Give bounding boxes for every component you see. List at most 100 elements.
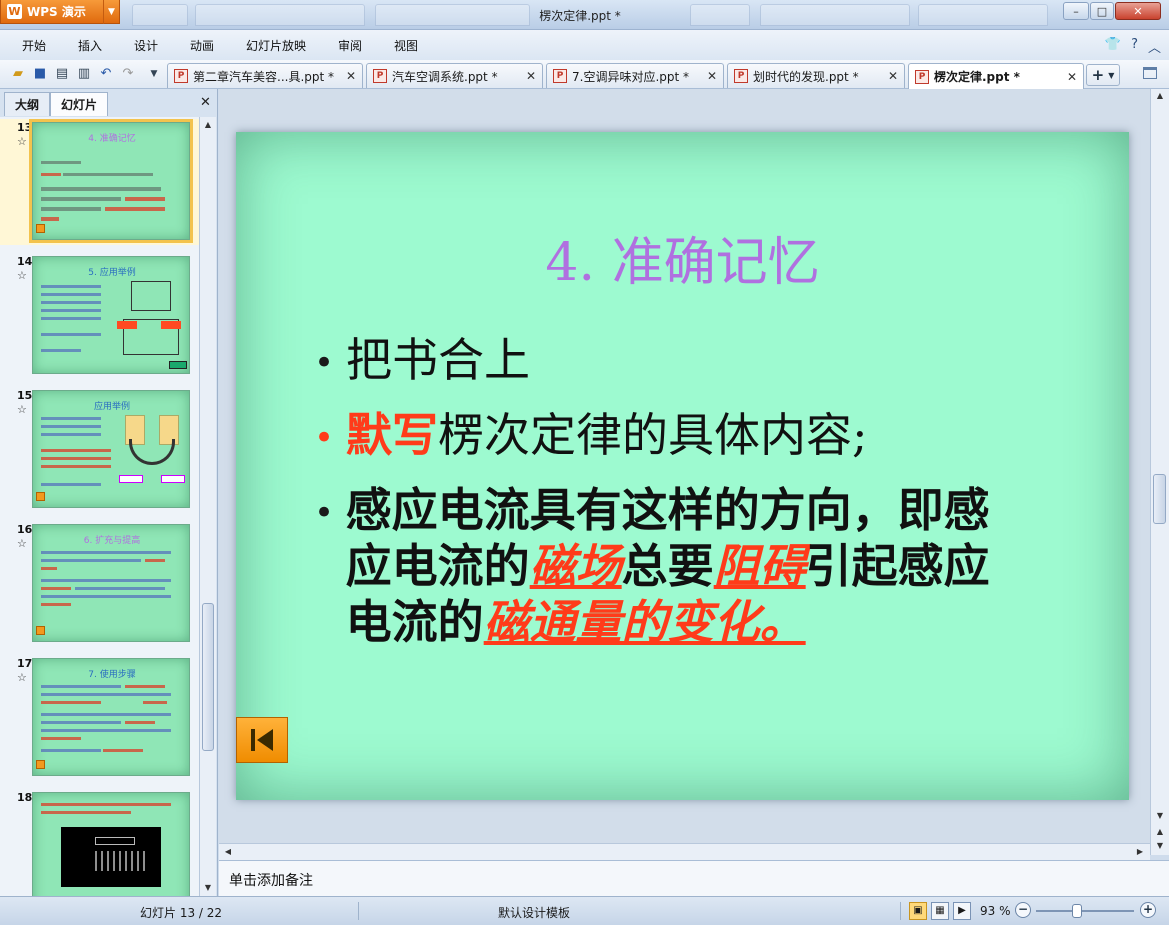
zoom-slider-track[interactable] <box>1036 910 1134 912</box>
thumbnail-preview: 应用举例 <box>32 390 190 508</box>
restore-window-icon[interactable] <box>1143 67 1157 79</box>
doc-tab-2[interactable]: P 7.空调异味对应.ppt * ✕ <box>546 63 724 88</box>
scroll-down-icon[interactable]: ▼ <box>1152 809 1168 823</box>
first-slide-button[interactable] <box>236 717 288 763</box>
thumbnail-nav-icon <box>36 760 45 769</box>
menu-bar: 开始 插入 设计 动画 幻灯片放映 审阅 视图 👕 ? ︿ <box>0 30 1169 60</box>
scroll-thumb[interactable] <box>202 603 214 751</box>
tab-outline[interactable]: 大纲 <box>4 92 51 116</box>
thumbnail-title: 5. 应用举例 <box>88 268 136 278</box>
ppt-file-icon: P <box>553 69 567 83</box>
slide-thumbnail-16[interactable]: 16 ☆ 6. 扩充与提高 <box>0 521 199 647</box>
next-slide-icon[interactable]: ▼ <box>1152 839 1168 853</box>
zoom-out-button[interactable]: − <box>1015 902 1031 918</box>
slide-number: 16 <box>17 523 33 536</box>
thumbnail-preview: 4. 准确记忆 <box>29 119 193 243</box>
zoom-in-button[interactable]: + <box>1140 902 1156 918</box>
chevron-up-icon[interactable]: ︿ <box>1148 37 1161 56</box>
normal-view-icon[interactable]: ▣ <box>909 902 927 920</box>
bullet-3[interactable]: • 感应电流具有这样的方向，即感应电流的磁场总要阻碍引起感应电流的磁通量的变化。 <box>314 482 994 650</box>
new-tab-button[interactable]: + ▼ <box>1086 64 1120 86</box>
scroll-down-icon[interactable]: ▼ <box>200 880 216 896</box>
doc-tab-4-active[interactable]: P 楞次定律.ppt * ✕ <box>908 63 1084 89</box>
previous-slide-icon[interactable]: ▲ <box>1152 825 1168 839</box>
close-panel-icon[interactable]: ✕ <box>200 95 211 110</box>
editor-vertical-scrollbar[interactable]: ▲ ▼ ▲ ▼ <box>1150 89 1169 855</box>
slide-thumbnail-15[interactable]: 15 ☆ 应用举例 <box>0 387 199 513</box>
close-tab-icon[interactable]: ✕ <box>526 69 536 83</box>
scroll-right-icon[interactable]: ▶ <box>1133 845 1147 859</box>
thumbnail-title: 4. 准确记忆 <box>88 134 136 144</box>
doc-tab-3[interactable]: P 划时代的发现.ppt * ✕ <box>727 63 905 88</box>
status-divider <box>900 902 901 920</box>
design-template-name[interactable]: 默认设计模板 <box>498 904 570 921</box>
scroll-up-icon[interactable]: ▲ <box>1152 89 1168 103</box>
editor-horizontal-scrollbar[interactable]: ◀ ▶ <box>219 843 1150 860</box>
slide-thumbnail-17[interactable]: 17 ☆ 7. 使用步骤 <box>0 655 199 781</box>
zoom-slider-thumb[interactable] <box>1072 904 1083 918</box>
close-tab-icon[interactable]: ✕ <box>888 69 898 83</box>
bullet-1[interactable]: • 把书合上 <box>314 332 530 388</box>
thumbnail-scrollbar[interactable]: ▲ ▼ <box>199 117 216 896</box>
slide-thumbnail-18[interactable]: 18 <box>0 789 199 896</box>
slide-number: 13 <box>17 121 33 134</box>
bullet-2[interactable]: • 默写楞次定律的具体内容; <box>314 407 868 463</box>
bullet-text: 把书合上 <box>346 333 530 387</box>
close-tab-icon[interactable]: ✕ <box>1067 70 1077 84</box>
menu-animation[interactable]: 动画 <box>190 37 214 54</box>
tab-slides[interactable]: 幻灯片 <box>50 92 109 116</box>
scroll-left-icon[interactable]: ◀ <box>221 845 235 859</box>
chevron-down-icon: ▼ <box>1108 70 1115 80</box>
zoom-level[interactable]: 93 % <box>980 904 1011 918</box>
menu-home[interactable]: 开始 <box>22 37 46 54</box>
slide-title[interactable]: 4. 准确记忆 <box>236 220 1129 295</box>
animation-star-icon: ☆ <box>17 135 27 148</box>
close-window-button[interactable]: ✕ <box>1115 2 1161 20</box>
menu-slideshow[interactable]: 幻灯片放映 <box>246 37 306 54</box>
menu-design[interactable]: 设计 <box>134 37 158 54</box>
slide-editor: 4. 准确记忆 • 把书合上 • 默写楞次定律的具体内容; • 感应电流具有这样… <box>219 89 1150 843</box>
undo-icon[interactable]: ↶ <box>98 66 114 82</box>
slide-number: 17 <box>17 657 33 670</box>
slides-panel: 大纲 幻灯片 ✕ 13 ☆ 4. 准确记忆 14 ☆ 5. 应用举例 15 ☆ … <box>0 89 218 896</box>
app-name: WPS 演示 <box>27 5 86 19</box>
slide-sorter-view-icon[interactable]: ▦ <box>931 902 949 920</box>
menu-review[interactable]: 审阅 <box>338 37 362 54</box>
animation-star-icon: ☆ <box>17 269 27 282</box>
print-preview-icon[interactable]: ▥ <box>76 66 92 82</box>
chevron-down-icon[interactable]: ▼ <box>103 0 119 24</box>
print-icon[interactable]: ▤ <box>54 66 70 82</box>
redo-icon[interactable]: ↷ <box>120 66 136 82</box>
shirt-icon[interactable]: 👕 <box>1105 37 1121 56</box>
help-icon[interactable]: ? <box>1131 37 1138 56</box>
customize-toolbar-icon[interactable]: ▼ <box>146 66 162 82</box>
wps-app-menu-button[interactable]: W WPS 演示 ▼ <box>0 0 120 24</box>
maximize-button[interactable]: □ <box>1090 2 1114 20</box>
slide-canvas[interactable]: 4. 准确记忆 • 把书合上 • 默写楞次定律的具体内容; • 感应电流具有这样… <box>236 132 1129 800</box>
slide-thumbnail-13[interactable]: 13 ☆ 4. 准确记忆 <box>0 119 199 245</box>
thumbnail-title: 7. 使用步骤 <box>88 670 136 680</box>
doc-tab-0[interactable]: P 第二章汽车美容...具.ppt * ✕ <box>167 63 363 88</box>
notes-pane[interactable]: 单击添加备注 <box>219 860 1169 896</box>
menu-view[interactable]: 视图 <box>394 37 418 54</box>
save-icon[interactable]: ■ <box>32 66 48 82</box>
scroll-thumb[interactable] <box>1153 474 1166 524</box>
slideshow-view-icon[interactable]: ▶ <box>953 902 971 920</box>
minimize-button[interactable]: – <box>1063 2 1089 20</box>
slide-number: 15 <box>17 389 33 402</box>
background-window-tab <box>760 4 910 26</box>
menu-insert[interactable]: 插入 <box>78 37 102 54</box>
close-tab-icon[interactable]: ✕ <box>707 69 717 83</box>
window-title: 楞次定律.ppt * <box>539 9 621 23</box>
close-tab-icon[interactable]: ✕ <box>346 69 356 83</box>
thumbnail-title: 应用举例 <box>93 402 130 412</box>
open-folder-icon[interactable]: ▰ <box>10 66 26 82</box>
doc-tab-1[interactable]: P 汽车空调系统.ppt * ✕ <box>366 63 543 88</box>
animation-star-icon: ☆ <box>17 403 27 416</box>
doc-tab-label: 汽车空调系统.ppt * <box>392 69 498 84</box>
bullet-emphasis: 磁场 <box>529 539 622 593</box>
doc-tab-label: 第二章汽车美容...具.ppt * <box>193 69 335 84</box>
slide-thumbnail-14[interactable]: 14 ☆ 5. 应用举例 <box>0 253 199 379</box>
scroll-up-icon[interactable]: ▲ <box>200 117 216 133</box>
ppt-file-icon: P <box>734 69 748 83</box>
